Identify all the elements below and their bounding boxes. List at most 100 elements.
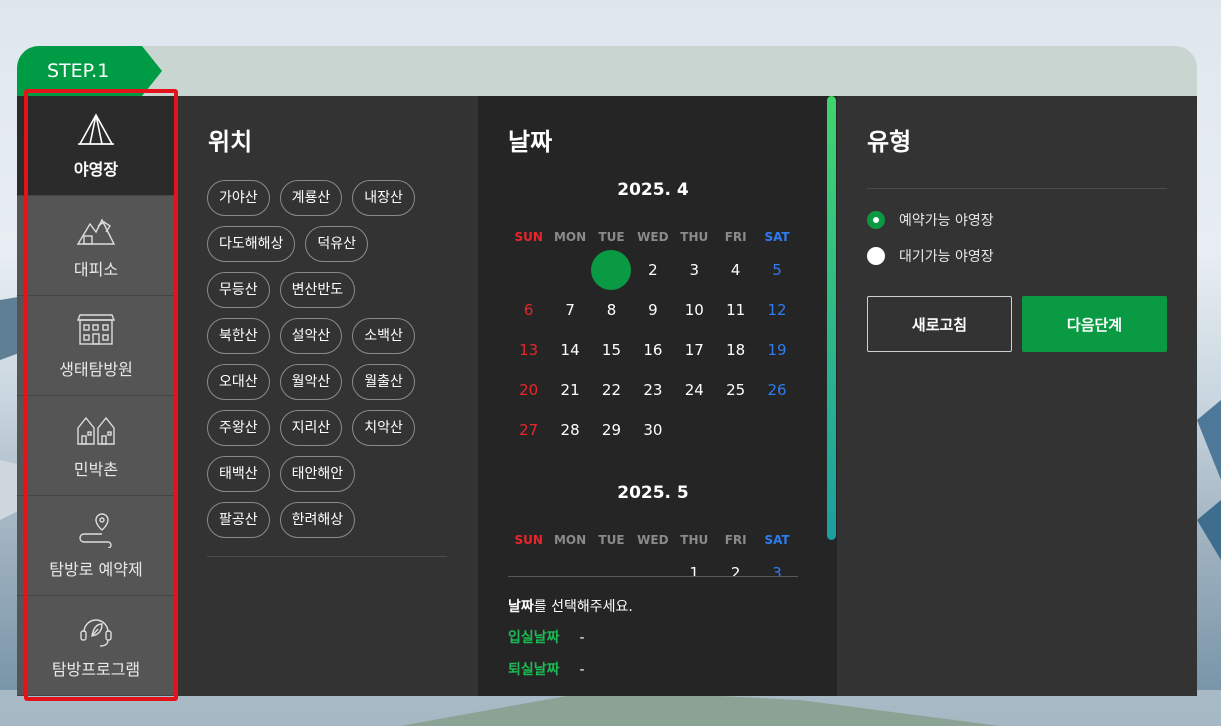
weekday-label: WED bbox=[637, 230, 669, 244]
calendar-day[interactable]: 3 bbox=[756, 553, 797, 576]
calendar-day[interactable]: 30 bbox=[632, 410, 673, 450]
sidebar-item-program[interactable]: 탐방프로그램 bbox=[17, 596, 175, 696]
location-chip[interactable]: 소백산 bbox=[352, 318, 415, 354]
sidebar-item-label: 대피소 bbox=[73, 259, 119, 279]
month-label: 2025. 5 bbox=[617, 483, 689, 503]
calendar-day[interactable]: 22 bbox=[591, 370, 632, 410]
calendar-day[interactable]: 25 bbox=[715, 370, 756, 410]
sidebar-item-label: 탐방로 예약제 bbox=[49, 559, 143, 579]
location-chip[interactable]: 지리산 bbox=[279, 410, 343, 446]
calendar-day[interactable]: 5 bbox=[756, 250, 797, 290]
calendar-day[interactable]: 19 bbox=[756, 330, 797, 370]
sidebar-item-label: 탐방프로그램 bbox=[51, 659, 141, 679]
calendar-day[interactable]: 21 bbox=[549, 370, 590, 410]
calendar-day[interactable]: 8 bbox=[591, 290, 632, 330]
day-number: 20 bbox=[519, 381, 539, 399]
location-chip[interactable]: 변산반도 bbox=[279, 272, 356, 308]
calendar-day[interactable]: 6 bbox=[508, 290, 549, 330]
calendar-scroll-area[interactable]: 2025. 4 SUN MON TUE WED THU FRI SAT 1 2 3 4 5 6 7 8 9 10… bbox=[478, 96, 837, 576]
sidebar-item-eco-center[interactable]: 생태탐방원 bbox=[17, 296, 175, 396]
location-chip[interactable]: 가야산 bbox=[207, 180, 270, 216]
calendar-day[interactable]: 17 bbox=[674, 330, 715, 370]
day-number: 4 bbox=[730, 261, 741, 279]
sidebar-item-minbak[interactable]: 민박촌 bbox=[17, 396, 175, 496]
location-chip[interactable]: 태백산 bbox=[207, 456, 270, 492]
calendar-day[interactable]: 12 bbox=[756, 290, 797, 330]
location-chip[interactable]: 치악산 bbox=[352, 410, 415, 446]
location-chip[interactable]: 팔공산 bbox=[207, 502, 270, 538]
calendar-day[interactable]: 2 bbox=[632, 250, 673, 290]
calendar-day[interactable]: 1 bbox=[591, 250, 632, 290]
date-column: 날짜 2025. 4 SUN MON TUE WED THU FRI SAT 1 2 3 4 5 6 7 8… bbox=[478, 96, 837, 696]
calendar-day[interactable]: 11 bbox=[715, 290, 756, 330]
location-chip[interactable]: 주왕산 bbox=[207, 410, 270, 446]
calendar-day[interactable]: 14 bbox=[549, 330, 590, 370]
location-column: 위치 가야산 계룡산 내장산 다도해해상 덕유산 무등산 변산반도 북한산 설악산 소백산 오대산 월… bbox=[175, 96, 478, 696]
calendar-empty-cell bbox=[508, 250, 549, 290]
calendar-day[interactable]: 20 bbox=[508, 370, 549, 410]
location-chip[interactable]: 설악산 bbox=[279, 318, 343, 354]
location-chip[interactable]: 계룡산 bbox=[279, 180, 343, 216]
calendar-day[interactable]: 9 bbox=[632, 290, 673, 330]
day-number: 16 bbox=[643, 341, 663, 359]
day-number: 15 bbox=[601, 341, 622, 359]
calendar-day[interactable]: 7 bbox=[549, 290, 590, 330]
day-number: 9 bbox=[648, 301, 658, 319]
location-chip[interactable]: 덕유산 bbox=[305, 226, 369, 262]
calendar-day[interactable]: 16 bbox=[632, 330, 673, 370]
day-number: 13 bbox=[519, 341, 539, 359]
calendar-day[interactable]: 13 bbox=[508, 330, 549, 370]
radio-option-waitlist[interactable]: 대기가능 야영장 bbox=[867, 246, 994, 266]
calendar-day[interactable]: 24 bbox=[674, 370, 715, 410]
location-chip[interactable]: 다도해해상 bbox=[207, 226, 296, 262]
calendar-day[interactable]: 28 bbox=[549, 410, 590, 450]
trail-pin-icon bbox=[79, 512, 112, 548]
calendar-day[interactable]: 18 bbox=[715, 330, 756, 370]
weekday-label: THU bbox=[680, 533, 709, 547]
calendar-day[interactable]: 23 bbox=[632, 370, 673, 410]
sidebar-item-shelter[interactable]: 대피소 bbox=[17, 196, 175, 296]
category-sidebar: 야영장 대피소 생태탐방원 민박촌 탐방로 예약제 탐방프로그램 bbox=[17, 96, 175, 696]
sidebar-item-label: 민박촌 bbox=[73, 459, 119, 479]
calendar-day[interactable]: 27 bbox=[508, 410, 549, 450]
location-chip[interactable]: 월출산 bbox=[352, 364, 415, 400]
calendar-day[interactable]: 4 bbox=[715, 250, 756, 290]
weekday-label: TUE bbox=[598, 533, 625, 547]
day-number: 17 bbox=[684, 341, 704, 359]
radio-option-available[interactable]: 예약가능 야영장 bbox=[867, 210, 994, 230]
calendar-day[interactable]: 10 bbox=[674, 290, 715, 330]
calendar-empty-cell bbox=[549, 250, 590, 290]
location-chip[interactable]: 월악산 bbox=[279, 364, 343, 400]
calendar-day[interactable]: 2 bbox=[715, 553, 756, 576]
day-number: 12 bbox=[767, 301, 787, 319]
location-chip[interactable]: 무등산 bbox=[207, 272, 270, 308]
calendar-day[interactable]: 3 bbox=[674, 250, 715, 290]
chip-row: 태백산 태안해안 bbox=[207, 456, 447, 492]
calendar-day[interactable]: 29 bbox=[591, 410, 632, 450]
location-chip[interactable]: 태안해안 bbox=[279, 456, 356, 492]
location-chip[interactable]: 북한산 bbox=[207, 318, 270, 354]
date-prompt-bold: 날짜 bbox=[508, 599, 534, 615]
calendar-day[interactable]: 15 bbox=[591, 330, 632, 370]
weekday-label: FRI bbox=[724, 230, 747, 244]
calendar-day[interactable]: 1 bbox=[674, 553, 715, 576]
location-chip[interactable]: 한려해상 bbox=[279, 502, 356, 538]
sidebar-item-trail-reservation[interactable]: 탐방로 예약제 bbox=[17, 496, 175, 596]
weekday-label: MON bbox=[553, 230, 587, 244]
radio-button[interactable] bbox=[867, 247, 885, 265]
next-step-button[interactable]: 다음단계 bbox=[1022, 296, 1167, 352]
calendar-empty-cell bbox=[756, 410, 797, 450]
radio-label: 예약가능 야영장 bbox=[899, 213, 994, 229]
radio-button[interactable] bbox=[867, 211, 885, 229]
calendar-day[interactable]: 26 bbox=[756, 370, 797, 410]
day-number: 19 bbox=[767, 341, 787, 359]
location-chip[interactable]: 내장산 bbox=[352, 180, 415, 216]
checkin-label: 입실날짜 bbox=[508, 630, 560, 646]
radio-label: 대기가능 야영장 bbox=[899, 249, 994, 265]
checkout-label: 퇴실날짜 bbox=[508, 662, 560, 678]
date-divider bbox=[508, 576, 798, 577]
sidebar-item-campsite[interactable]: 야영장 bbox=[17, 96, 175, 196]
refresh-button[interactable]: 새로고침 bbox=[867, 296, 1012, 352]
location-chip[interactable]: 오대산 bbox=[207, 364, 270, 400]
calendar-scrollbar[interactable] bbox=[827, 96, 836, 540]
